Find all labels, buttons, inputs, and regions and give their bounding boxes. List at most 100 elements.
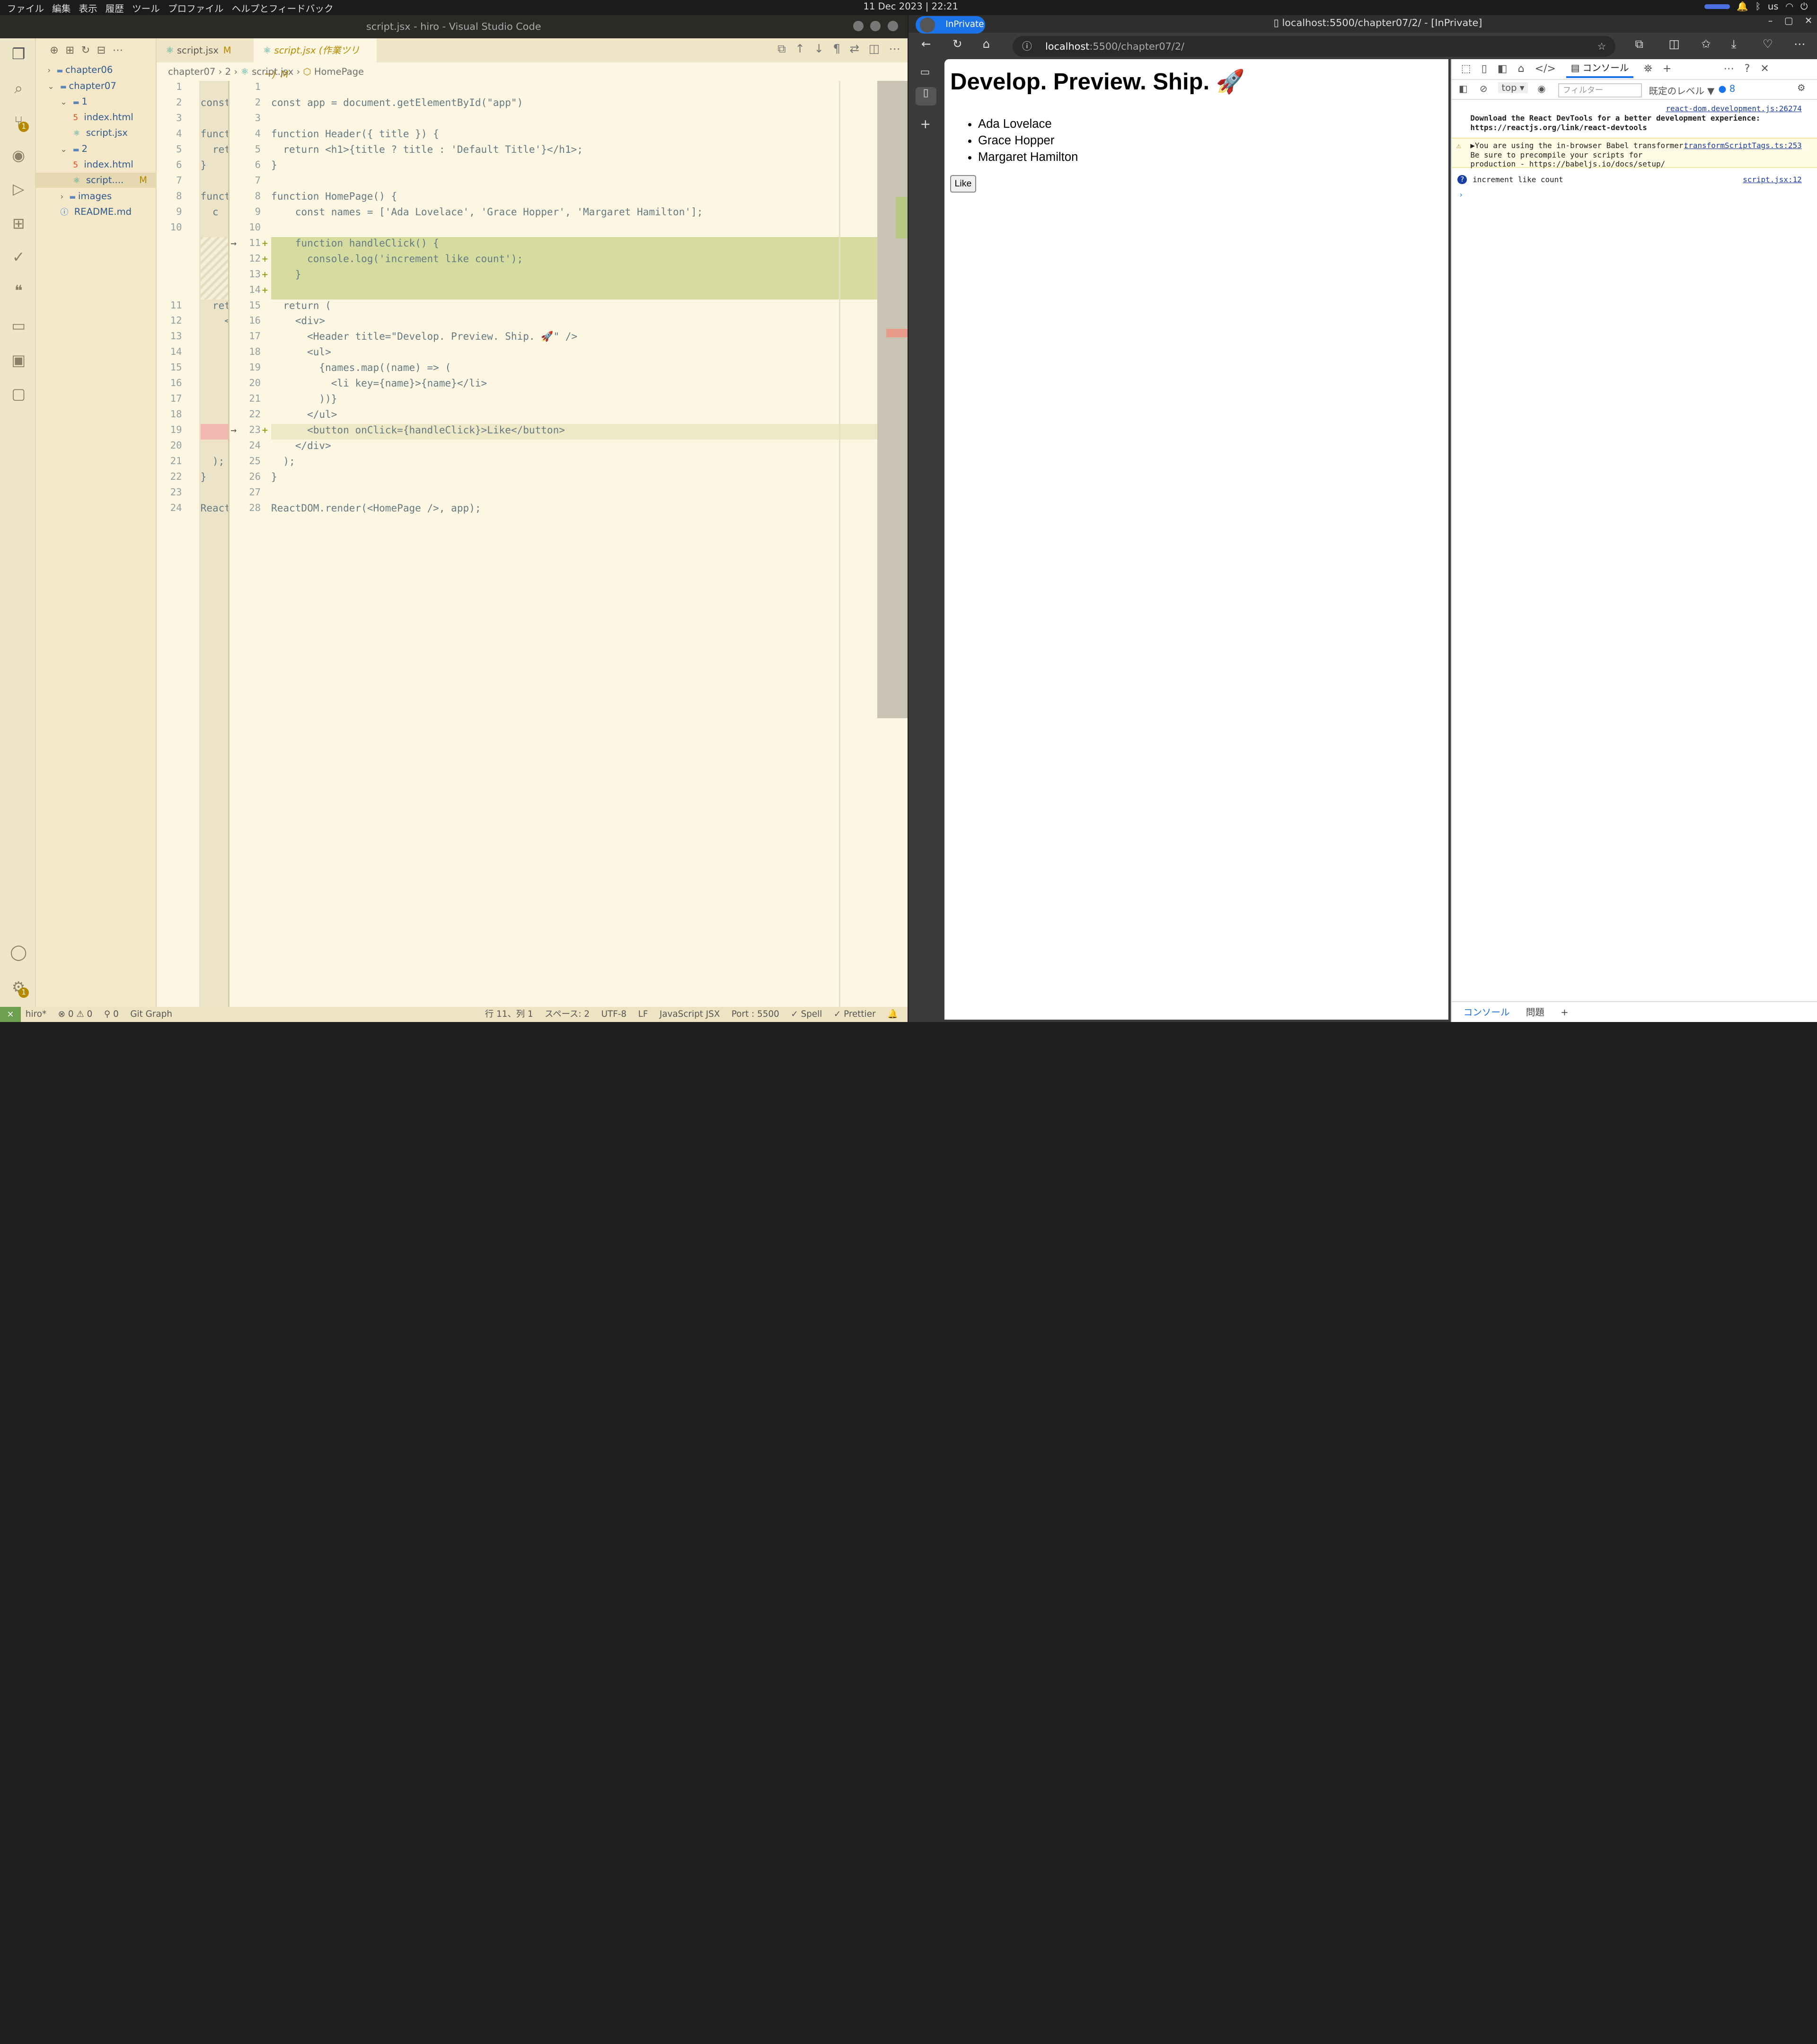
new-tab-icon[interactable]: + — [920, 117, 931, 132]
tab-script-jsx-working-tree[interactable]: ⚛ script.jsx (作業ツリー) M — [254, 38, 377, 80]
favorites-icon[interactable]: ✩ — [1701, 37, 1711, 51]
tab-actions-icon[interactable]: ▭ — [920, 66, 930, 78]
device-emulation-icon[interactable]: ▯ — [1482, 63, 1487, 75]
encoding[interactable]: UTF-8 — [601, 1007, 627, 1022]
browser-essentials-icon[interactable]: ♡ — [1763, 37, 1773, 51]
tree-file[interactable]: ⚛ script.jsx — [36, 125, 128, 141]
maximize-button[interactable] — [870, 21, 881, 32]
notification-icon[interactable]: 🔔 — [1737, 1, 1748, 12]
console-prompt[interactable]: › — [1452, 190, 1817, 200]
new-file-icon[interactable]: ⊕ — [50, 44, 58, 56]
code-line[interactable]: ))} — [271, 393, 337, 405]
maximize-button[interactable]: ▢ — [1784, 15, 1793, 26]
menu-item[interactable]: ヘルプとフィードバック — [232, 1, 334, 15]
remote-indicator[interactable]: ⨯ — [0, 1007, 21, 1022]
code-line[interactable]: return ( — [271, 300, 331, 311]
issues-count[interactable]: ● 8 — [1718, 83, 1735, 94]
tab-localhost[interactable]: ▯ — [915, 87, 936, 106]
menu-item[interactable]: ツール — [132, 1, 160, 15]
inprivate-profile-button[interactable]: InPrivate — [915, 16, 985, 34]
message-source-link[interactable]: transformScriptTags.ts:253 — [1684, 141, 1802, 150]
code-line[interactable]: const app = document.getElementById("app… — [271, 97, 523, 108]
tree-folder[interactable]: ⌄ ▬ 2 — [36, 141, 88, 157]
bookmarks-icon[interactable]: ❝ — [9, 282, 28, 300]
tree-file[interactable]: ⚛ script.... M — [35, 173, 157, 188]
minimize-button[interactable]: – — [1768, 15, 1773, 26]
collapse-all-icon[interactable]: ⊟ — [97, 44, 106, 56]
code-line[interactable]: } — [271, 471, 277, 483]
gear-icon[interactable]: ⚙ 1 — [9, 978, 29, 998]
log-level-select[interactable]: 既定のレベル ▼ — [1649, 83, 1714, 97]
menu-item[interactable]: ファイル — [7, 1, 44, 15]
debugger-icon[interactable]: ⛯ — [1644, 63, 1652, 75]
code-line[interactable]: console.log('increment like count'); — [271, 253, 523, 264]
breadcrumb-item[interactable]: 2 — [225, 66, 231, 77]
code-line[interactable]: <ul> — [271, 346, 331, 358]
back-icon[interactable]: ← — [921, 37, 931, 51]
breadcrumb-item[interactable]: HomePage — [314, 66, 364, 77]
message-source-link[interactable]: react-dom.development.js:26274 — [1666, 104, 1801, 114]
refresh-icon[interactable]: ↻ — [953, 37, 962, 51]
refresh-icon[interactable]: ↻ — [81, 44, 90, 56]
code-line[interactable]: return <h1>{title ? title : 'Default Tit… — [271, 143, 583, 155]
overview-ruler[interactable] — [877, 81, 908, 719]
extensions-icon[interactable]: ⊞ — [9, 214, 28, 233]
tree-folder[interactable]: ⌄ ▬ 1 — [36, 94, 88, 109]
welcome-icon[interactable]: ⌂ — [1518, 63, 1525, 75]
address-bar[interactable]: ⓘ localhost:5500/chapter07/2/ ☆ — [1013, 35, 1615, 57]
code-line[interactable]: {names.map((name) => ( — [271, 361, 451, 373]
console-sidebar-icon[interactable]: ◧ — [1459, 83, 1468, 94]
prettier[interactable]: ✓ Prettier — [834, 1007, 876, 1022]
show-whitespace-icon[interactable]: ¶ — [833, 42, 840, 55]
run-debug-icon[interactable]: ▷ — [9, 180, 28, 198]
console-filter-input[interactable]: フィルター — [1558, 83, 1642, 97]
close-button[interactable]: ✕ — [1805, 15, 1812, 26]
breadcrumb-item[interactable]: chapter07 — [168, 66, 215, 77]
cursor-position[interactable]: 行 11、列 1 — [485, 1007, 533, 1022]
problems-indicator[interactable]: ⊗ 0 ⚠ 0 — [58, 1007, 93, 1022]
folder-icon[interactable]: ▭ — [9, 317, 28, 335]
diff-sash[interactable] — [228, 81, 229, 1007]
language-mode[interactable]: JavaScript JSX — [660, 1007, 720, 1022]
comments-icon[interactable]: ▢ — [9, 385, 28, 403]
elements-icon[interactable]: </> — [1535, 63, 1556, 75]
code-line[interactable]: </div> — [271, 440, 331, 451]
code-line[interactable]: <Header title="Develop. Preview. Ship. 🚀… — [271, 330, 577, 343]
github-icon[interactable]: ◉ — [9, 146, 28, 165]
tree-file[interactable]: 5 index.html — [36, 110, 133, 125]
add-tool-icon[interactable]: + — [1663, 63, 1671, 75]
end-of-line[interactable]: LF — [638, 1007, 648, 1022]
remote-explorer-icon[interactable]: ▣ — [9, 351, 28, 370]
tab-script-jsx[interactable]: ⚛ script.jsx M — [157, 38, 254, 62]
message-source-link[interactable]: script.jsx:12 — [1743, 175, 1802, 185]
tree-file[interactable]: ⓘ README.md — [36, 204, 132, 220]
bluetooth-icon[interactable]: ᛒ — [1755, 1, 1761, 12]
source-control-icon[interactable]: ⑂ 1 — [9, 113, 29, 132]
power-icon[interactable]: ⏻ — [1800, 1, 1808, 12]
home-icon[interactable]: ⌂ — [983, 37, 990, 51]
menu-item[interactable]: プロファイル — [168, 1, 223, 15]
keyboard-layout[interactable]: us — [1768, 1, 1779, 12]
like-button[interactable]: Like — [950, 175, 976, 193]
tree-folder[interactable]: ⌄ ▬ chapter07 — [36, 79, 116, 94]
split-screen-icon[interactable]: ◫ — [1669, 37, 1680, 51]
tab-console[interactable]: ▤ コンソール — [1566, 60, 1634, 78]
account-icon[interactable]: ◯ — [9, 943, 28, 961]
previous-change-icon[interactable]: ↑ — [795, 42, 805, 55]
inline-view-icon[interactable]: ⇄ — [850, 42, 860, 55]
live-server-port[interactable]: Port : 5500 — [732, 1007, 779, 1022]
code-line[interactable]: function Header({ title }) { — [271, 128, 439, 140]
favorite-icon[interactable]: ☆ — [1597, 36, 1606, 57]
help-icon[interactable]: ? — [1745, 63, 1750, 75]
git-graph-button[interactable]: Git Graph — [130, 1007, 172, 1022]
indentation[interactable]: スペース: 2 — [545, 1007, 590, 1022]
close-button[interactable] — [887, 21, 898, 32]
code-line[interactable]: ReactDOM.render(<HomePage />, app); — [271, 502, 481, 514]
sidebar-toggle-icon[interactable]: ◧ — [1498, 63, 1508, 75]
more-icon[interactable]: ⋯ — [1724, 63, 1734, 75]
code-line[interactable]: <li key={name}>{name}</li> — [271, 377, 487, 389]
spell-check[interactable]: ✓ Spell — [791, 1007, 822, 1022]
add-drawer-tab-icon[interactable]: + — [1561, 1002, 1568, 1022]
revert-change-icon[interactable]: → — [230, 237, 237, 249]
code-line[interactable]: } — [271, 268, 301, 280]
